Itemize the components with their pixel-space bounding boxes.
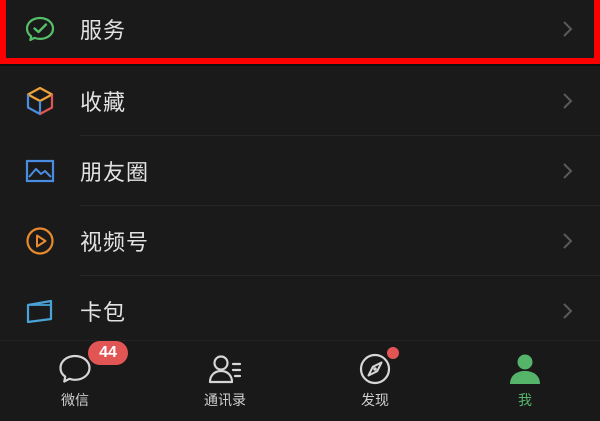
wechat-pay-check-icon <box>25 16 55 42</box>
play-circle-icon <box>26 227 54 255</box>
menu-item-favorites[interactable]: 收藏 <box>0 66 600 136</box>
menu-item-label: 视频号 <box>80 231 150 256</box>
unread-badge: 44 <box>88 341 128 365</box>
tab-label: 微信 <box>61 393 89 409</box>
image-frame-icon <box>25 159 55 183</box>
menu-item-label: 收藏 <box>80 91 127 116</box>
menu-item-label: 卡包 <box>80 301 127 326</box>
menu-item-moments[interactable]: 朋友圈 <box>0 136 600 206</box>
menu-item-services[interactable]: 服务 <box>0 0 600 64</box>
contacts-icon <box>208 355 242 384</box>
tab-contacts[interactable]: 通讯录 <box>150 341 300 421</box>
chevron-right-icon <box>563 93 573 109</box>
chevron-right-icon <box>563 21 573 37</box>
cube-icon <box>26 86 54 116</box>
menu-item-card-wallet[interactable]: 卡包 <box>0 276 600 346</box>
tab-label: 发现 <box>361 393 389 409</box>
tab-label: 通讯录 <box>204 393 246 409</box>
tab-discover[interactable]: 发现 <box>300 341 450 421</box>
card-wallet-icon <box>26 299 53 324</box>
chevron-right-icon <box>563 163 573 179</box>
tab-chats[interactable]: 44 微信 <box>0 341 150 421</box>
menu-item-label: 服务 <box>80 19 127 44</box>
chevron-right-icon <box>563 303 573 319</box>
chevron-right-icon <box>563 233 573 249</box>
menu-item-label: 朋友圈 <box>80 161 150 186</box>
menu-item-channels[interactable]: 视频号 <box>0 206 600 276</box>
tab-me[interactable]: 我 <box>450 341 600 421</box>
new-moments-dot <box>387 347 399 359</box>
profile-icon <box>510 354 540 384</box>
tab-label: 我 <box>518 393 532 409</box>
bottom-tab-bar: 44 微信 通讯录 发现 我 <box>0 340 600 421</box>
